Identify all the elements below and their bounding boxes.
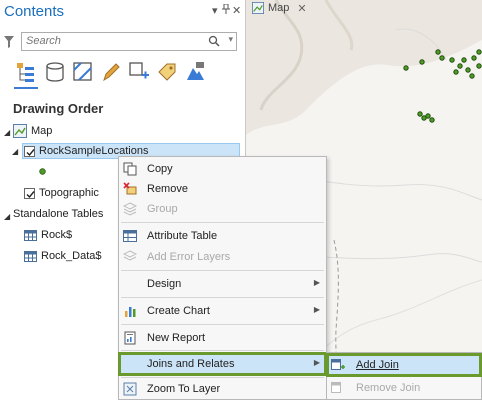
error-layers-icon xyxy=(123,250,137,261)
table-icon xyxy=(24,230,37,241)
menu-separator xyxy=(121,222,324,223)
remove-join-icon xyxy=(331,382,341,393)
point-symbol-icon xyxy=(39,168,46,175)
map-tab-icon xyxy=(252,2,264,14)
table-icon xyxy=(24,251,37,262)
standalone-tables-heading[interactable]: Standalone Tables xyxy=(13,208,103,220)
menu-item-add-error-layers: Add Error Layers xyxy=(119,247,326,267)
menu-item-create-chart[interactable]: Create Chart ▶ xyxy=(119,301,326,321)
search-options-icon[interactable]: ▾ xyxy=(228,34,233,45)
menu-separator xyxy=(121,297,324,298)
menu-separator xyxy=(121,377,324,378)
tree-item-map[interactable]: Map xyxy=(31,125,52,137)
menu-item-new-report[interactable]: New Report xyxy=(119,328,326,348)
menu-item-copy[interactable]: Copy xyxy=(119,159,326,179)
pin-icon[interactable] xyxy=(222,3,230,17)
menu-item-group: Group xyxy=(119,199,326,219)
menu-item-joins-and-relates[interactable]: Joins and Relates ▶ xyxy=(118,352,327,376)
layer-visibility-checkbox[interactable] xyxy=(24,146,35,157)
close-map-tab-icon[interactable]: ✕ xyxy=(297,2,306,15)
close-pane-button[interactable]: ✕ xyxy=(232,4,241,17)
list-perspective-imagery-icon[interactable] xyxy=(183,60,207,84)
pane-options-button[interactable]: ▾ xyxy=(212,4,218,17)
expand-tables-icon[interactable]: ◢ xyxy=(4,212,10,221)
remove-layer-icon xyxy=(123,182,137,195)
menu-item-remove-join: Remove Join xyxy=(327,378,481,398)
menu-separator xyxy=(121,324,324,325)
list-by-editing-icon[interactable] xyxy=(99,60,123,84)
tree-item-topographic[interactable]: Topographic xyxy=(39,187,99,199)
report-icon xyxy=(124,331,136,345)
map-tab[interactable]: Map ✕ xyxy=(252,0,307,16)
menu-separator xyxy=(121,270,324,271)
topographic-visibility-checkbox[interactable] xyxy=(24,188,35,199)
menu-item-remove[interactable]: Remove xyxy=(119,179,326,199)
map-icon xyxy=(13,124,27,138)
list-by-labeling-icon[interactable] xyxy=(155,60,179,84)
tree-item-rock-table[interactable]: Rock$ xyxy=(41,229,72,241)
list-by-source-icon[interactable] xyxy=(43,60,67,84)
submenu-arrow-icon: ▶ xyxy=(313,305,320,314)
attribute-table-icon xyxy=(123,230,137,242)
menu-separator xyxy=(121,350,324,351)
map-tab-label: Map xyxy=(268,2,290,14)
expand-layer-icon[interactable]: ◢ xyxy=(12,147,18,156)
menu-item-design[interactable]: Design ▶ xyxy=(119,274,326,294)
copy-icon xyxy=(123,162,137,176)
menu-item-attribute-table[interactable]: Attribute Table xyxy=(119,226,326,246)
pane-title: Contents xyxy=(4,3,65,20)
group-icon xyxy=(123,202,137,216)
search-icon[interactable] xyxy=(208,35,220,47)
joins-relates-submenu: Add Join Remove Join xyxy=(326,352,482,400)
list-by-snapping-icon[interactable] xyxy=(127,60,151,84)
chart-icon xyxy=(125,307,136,317)
submenu-arrow-icon: ▶ xyxy=(313,358,320,367)
zoom-to-layer-icon xyxy=(123,382,137,396)
expand-map-icon[interactable]: ◢ xyxy=(4,128,10,137)
list-by-drawing-order-icon[interactable] xyxy=(14,60,38,89)
add-join-icon xyxy=(331,359,345,370)
menu-item-zoom-to-layer[interactable]: Zoom To Layer xyxy=(119,379,326,399)
search-input[interactable] xyxy=(26,35,201,47)
filter-icon[interactable] xyxy=(4,36,14,48)
tree-item-rock-data-table[interactable]: Rock_Data$ xyxy=(41,250,102,262)
list-by-selection-icon[interactable] xyxy=(71,60,95,84)
layer-context-menu: Copy Remove Group Attribute Table Add Er… xyxy=(118,156,327,400)
submenu-arrow-icon: ▶ xyxy=(313,278,320,287)
menu-item-add-join[interactable]: Add Join xyxy=(326,353,482,377)
search-box[interactable]: ▾ xyxy=(21,32,237,51)
drawing-order-heading: Drawing Order xyxy=(13,101,104,116)
